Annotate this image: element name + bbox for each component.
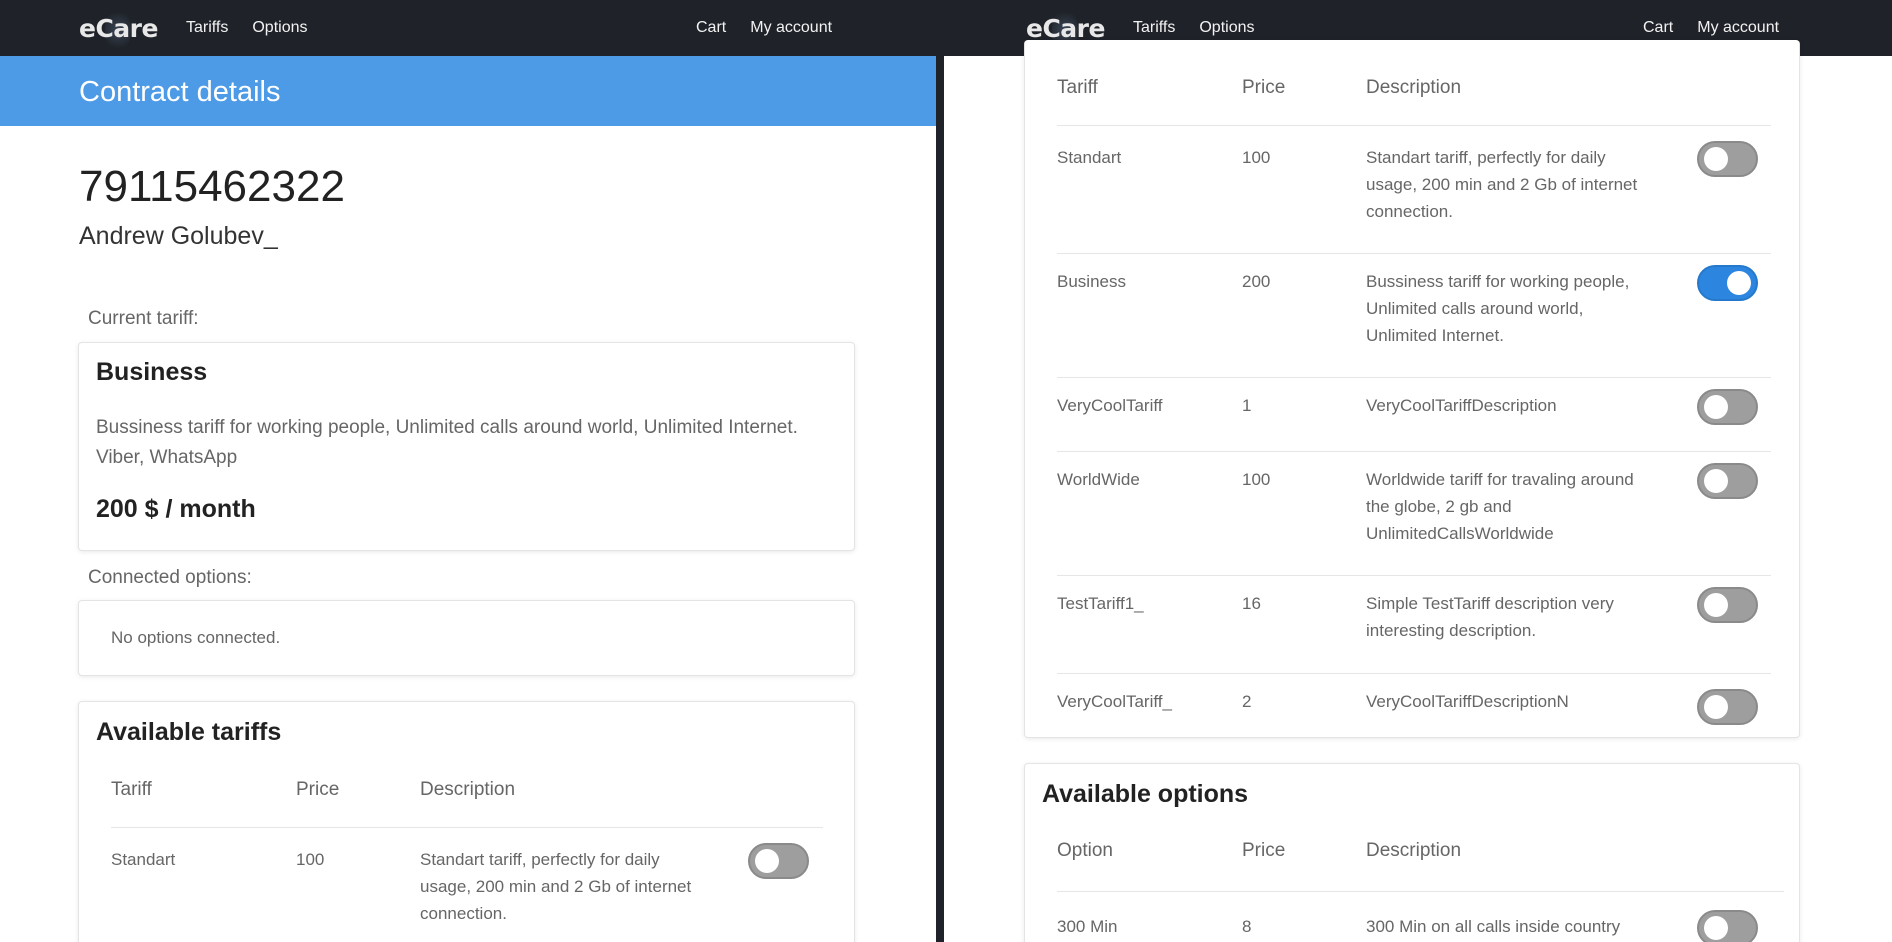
current-tariff-label: Current tariff: <box>88 308 199 329</box>
tariff-name-cell: VeryCoolTariff <box>1057 396 1163 415</box>
available-options-card: Available options Option Price Descripti… <box>1024 763 1800 942</box>
right-panel: eCare Tariffs Options Cart My account Ta… <box>944 0 1892 942</box>
tariff-select-toggle[interactable] <box>1697 265 1758 301</box>
table-row: Standart 100 Standart tariff, perfectly … <box>1057 141 1771 254</box>
column-header-price: Price <box>1242 77 1286 98</box>
option-description-cell: 300 Min on all calls inside country <box>1366 917 1621 936</box>
tariff-description-cell: VeryCoolTariffDescriptionN <box>1366 692 1569 711</box>
nav-account-link[interactable]: My account <box>1697 19 1779 37</box>
tariff-description-cell: Worldwide tariff for travaling around th… <box>1366 470 1634 543</box>
nav-options-link[interactable]: Options <box>252 19 307 37</box>
toggle-knob <box>755 849 779 873</box>
option-select-toggle[interactable] <box>1697 910 1758 942</box>
tariff-select-toggle[interactable] <box>748 843 809 879</box>
column-header-option: Option <box>1057 840 1113 861</box>
nav-tariffs-link[interactable]: Tariffs <box>1133 19 1175 37</box>
tariff-select-toggle[interactable] <box>1697 689 1758 725</box>
nav-cart-link[interactable]: Cart <box>1643 19 1673 37</box>
tariff-price-cell: 16 <box>1242 594 1261 613</box>
table-row: Standart 100 Standart tariff, perfectly … <box>111 843 823 942</box>
options-table-header: Option Price Description <box>1057 837 1784 892</box>
column-header-tariff: Tariff <box>1057 77 1098 98</box>
column-header-description: Description <box>420 779 516 800</box>
tariff-price-cell: 1 <box>1242 396 1252 415</box>
available-tariffs-card: Available tariffs Tariff Price Descripti… <box>78 701 855 942</box>
contract-owner-name: Andrew Golubev_ <box>79 222 278 250</box>
current-tariff-description: Bussiness tariff for working people, Unl… <box>96 417 798 468</box>
brand-logo[interactable]: eCare <box>79 7 158 52</box>
tariff-name-cell: Standart <box>1057 148 1122 167</box>
connected-options-label: Connected options: <box>88 567 252 588</box>
nav-right-group: Cart My account <box>672 0 832 56</box>
table-row: 300 Min 8 300 Min on all calls inside co… <box>1057 910 1784 942</box>
nav-account-link[interactable]: My account <box>750 19 832 37</box>
table-row: WorldWide 100 Worldwide tariff for trava… <box>1057 463 1771 576</box>
option-price-cell: 8 <box>1242 917 1252 936</box>
toggle-knob <box>1704 593 1728 617</box>
tariff-price-cell: 200 <box>1242 272 1271 291</box>
column-header-price: Price <box>1242 840 1286 861</box>
no-options-message: No options connected. <box>111 628 281 647</box>
current-tariff-price: 200 $ / month <box>96 495 256 523</box>
column-header-tariff: Tariff <box>111 779 152 800</box>
tariff-price-cell: 100 <box>296 850 325 869</box>
toggle-knob <box>1704 916 1728 940</box>
column-header-price: Price <box>296 779 340 800</box>
connected-options-card: No options connected. <box>78 600 855 676</box>
table-row: VeryCoolTariff_ 2 VeryCoolTariffDescript… <box>1057 688 1771 732</box>
tariff-description-cell: VeryCoolTariffDescription <box>1366 396 1557 415</box>
tariff-select-toggle[interactable] <box>1697 141 1758 177</box>
tariff-name-cell: TestTariff1_ <box>1057 594 1144 613</box>
tariff-name-cell: WorldWide <box>1057 470 1140 489</box>
tariff-description-cell: Standart tariff, perfectly for daily usa… <box>1366 148 1638 221</box>
toggle-knob <box>1704 695 1728 719</box>
tariff-price-cell: 2 <box>1242 692 1252 711</box>
toggle-knob <box>1704 395 1728 419</box>
nav-cart-link[interactable]: Cart <box>696 19 726 37</box>
tariff-name-cell: Business <box>1057 272 1126 291</box>
nav-options-link[interactable]: Options <box>1199 19 1254 37</box>
tariff-description-cell: Simple TestTariff description very inter… <box>1366 594 1614 640</box>
tariff-price-cell: 100 <box>1242 148 1271 167</box>
navbar: eCare Tariffs Options Cart My account <box>0 0 936 56</box>
tariff-price-cell: 100 <box>1242 470 1271 489</box>
tariff-description-cell: Standart tariff, perfectly for daily usa… <box>420 850 692 923</box>
page-header: Contract details <box>0 56 936 126</box>
current-tariff-name: Business <box>96 358 208 386</box>
column-header-description: Description <box>1366 77 1462 98</box>
option-name-cell: 300 Min <box>1057 917 1118 936</box>
current-tariff-card: Business Bussiness tariff for working pe… <box>78 342 855 551</box>
tariff-select-toggle[interactable] <box>1697 587 1758 623</box>
table-row: VeryCoolTariff 1 VeryCoolTariffDescripti… <box>1057 389 1771 452</box>
tariff-description-cell: Bussiness tariff for working people, Unl… <box>1366 272 1630 345</box>
toggle-knob <box>1727 271 1751 295</box>
tariff-name-cell: VeryCoolTariff_ <box>1057 692 1172 711</box>
available-tariffs-title: Available tariffs <box>96 718 282 746</box>
toggle-knob <box>1704 469 1728 493</box>
tariff-select-toggle[interactable] <box>1697 389 1758 425</box>
tariffs-table-header: Tariff Price Description <box>1057 74 1771 126</box>
toggle-knob <box>1704 147 1728 171</box>
nav-tariffs-link[interactable]: Tariffs <box>186 19 228 37</box>
table-row: TestTariff1_ 16 Simple TestTariff descri… <box>1057 587 1771 674</box>
tariff-name-cell: Standart <box>111 850 176 869</box>
table-row: Business 200 Bussiness tariff for workin… <box>1057 265 1771 378</box>
available-tariffs-card: Tariff Price Description Standart 100 St… <box>1024 40 1800 738</box>
contract-phone-number: 79115462322 <box>79 162 345 211</box>
brand-logo[interactable]: eCare <box>1026 7 1105 52</box>
tariffs-table-header: Tariff Price Description <box>111 776 823 828</box>
column-header-description: Description <box>1366 840 1462 861</box>
split-divider <box>936 0 944 942</box>
tariff-select-toggle[interactable] <box>1697 463 1758 499</box>
available-options-title: Available options <box>1042 780 1249 808</box>
page-title: Contract details <box>79 76 281 108</box>
left-panel: eCare Tariffs Options Cart My account Co… <box>0 0 936 942</box>
